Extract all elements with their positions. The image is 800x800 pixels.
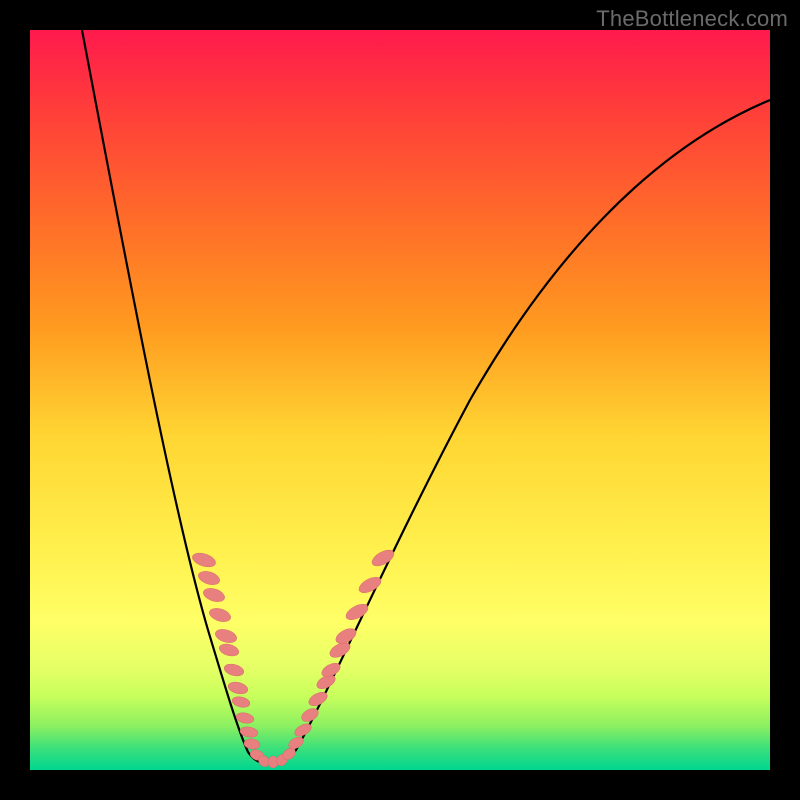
bead-marker — [227, 680, 249, 696]
chart-frame: TheBottleneck.com — [0, 0, 800, 800]
bead-marker — [214, 627, 239, 645]
bead-marker — [357, 574, 384, 596]
bottleneck-curve — [82, 30, 770, 763]
bead-marker — [370, 547, 397, 569]
bead-marker — [197, 569, 222, 587]
plot-svg — [30, 30, 770, 770]
bead-layer — [191, 547, 397, 769]
bead-marker — [202, 586, 227, 604]
bead-marker — [208, 606, 233, 624]
bead-marker — [231, 695, 251, 709]
plot-area — [30, 30, 770, 770]
bead-marker — [223, 662, 245, 678]
bead-marker — [268, 756, 278, 768]
bead-marker — [344, 601, 371, 623]
bead-marker — [218, 642, 240, 658]
watermark-label: TheBottleneck.com — [596, 6, 788, 32]
bead-marker — [235, 711, 255, 725]
bead-marker — [191, 551, 218, 570]
